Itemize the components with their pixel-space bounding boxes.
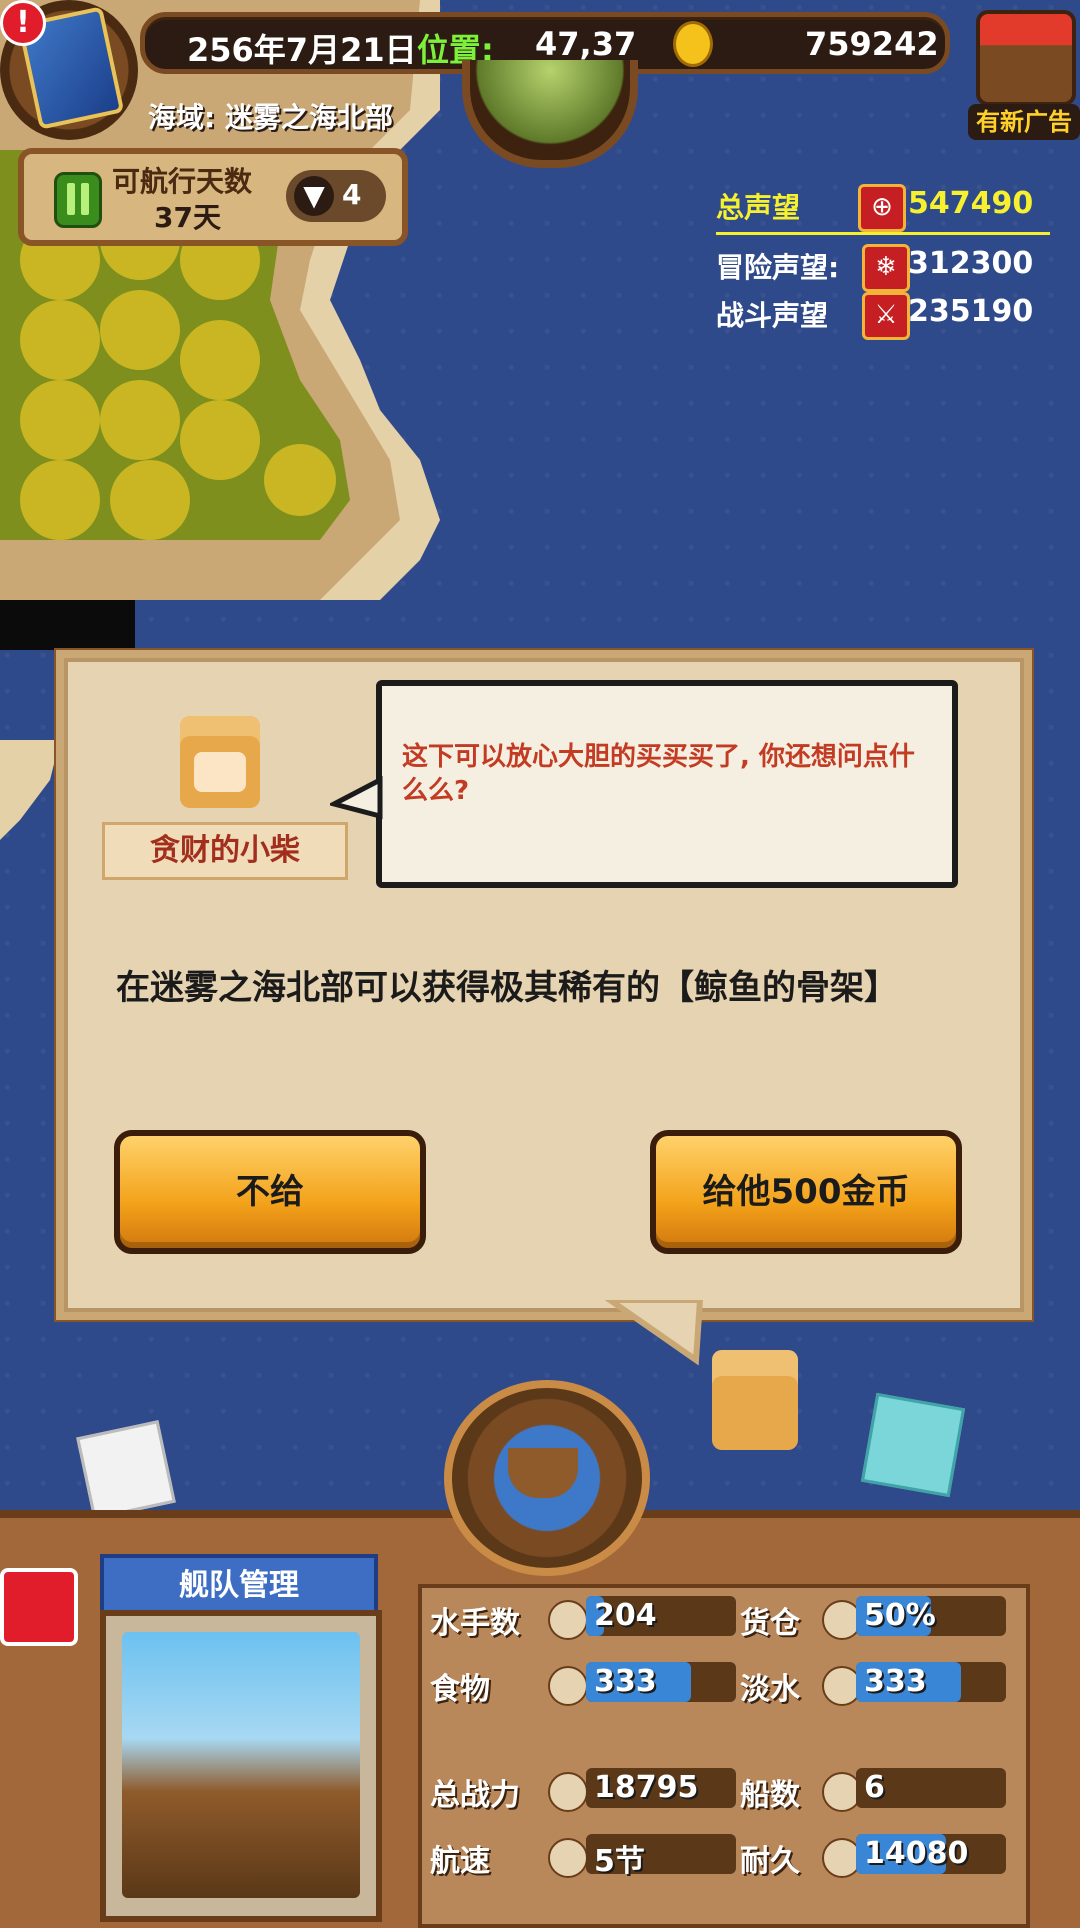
adventure-reputation-label: 冒险声望: bbox=[716, 251, 840, 284]
ad-badge: 有新广告 bbox=[968, 104, 1080, 140]
dialog-message: 在迷雾之海北部可以获得极其稀有的【鲸鱼的骨架】 bbox=[116, 968, 898, 1008]
total-reputation-label: 总声望 bbox=[716, 191, 801, 224]
coin-icon bbox=[673, 21, 713, 67]
battle-reputation-value: 235190 bbox=[908, 294, 1034, 329]
treasure-chest-icon bbox=[976, 10, 1076, 106]
stat-value: 333 bbox=[864, 1664, 927, 1699]
stat-value: 204 bbox=[594, 1598, 657, 1633]
sail-days-panel: 可航行天数 37天 ▼ 4 bbox=[18, 148, 408, 246]
meat-icon bbox=[548, 1666, 588, 1706]
ad-chest-button[interactable]: 有新广告 bbox=[962, 0, 1080, 140]
stat-bar: 5节 bbox=[586, 1834, 736, 1879]
speed-multiplier: 4 bbox=[342, 178, 362, 211]
total-reputation-icon: ⊕ bbox=[858, 184, 906, 232]
flagship-card[interactable] bbox=[100, 1610, 382, 1922]
stat-label: 淡水 bbox=[740, 1672, 800, 1707]
speed-icon bbox=[548, 1838, 588, 1878]
pause-button[interactable] bbox=[54, 172, 102, 228]
stat-label: 水手数 bbox=[430, 1606, 520, 1641]
battle-reputation-icon: ⚔ bbox=[862, 292, 910, 340]
stat-bar: 14080 bbox=[856, 1834, 1006, 1874]
white-cube-crew-avatar bbox=[76, 1420, 176, 1520]
stat-value: 14080 bbox=[864, 1836, 969, 1871]
stat-value: 18795 bbox=[594, 1770, 699, 1805]
game-date: 256年7月21日 bbox=[187, 31, 417, 69]
stat-bar: 6 bbox=[856, 1768, 1006, 1808]
stat-bar: 333 bbox=[856, 1662, 1006, 1702]
cyan-cat-crew-avatar bbox=[860, 1392, 966, 1498]
total-reputation-value: 547490 bbox=[908, 186, 1034, 221]
flagship-image bbox=[122, 1632, 360, 1898]
ship-icon bbox=[508, 1448, 578, 1498]
skull-icon bbox=[548, 1772, 588, 1812]
sail-days-value: 37天 bbox=[154, 201, 221, 234]
sailor-icon bbox=[548, 1600, 588, 1640]
stat-label: 货仓 bbox=[740, 1606, 800, 1641]
stat-bar: 333 bbox=[586, 1662, 736, 1702]
npc-name: 贪财的小柴 bbox=[102, 822, 348, 880]
alert-icon: ! bbox=[0, 0, 46, 46]
stat-label: 船数 bbox=[740, 1778, 800, 1813]
stat-label: 航速 bbox=[430, 1844, 490, 1879]
stat-label: 耐久 bbox=[740, 1844, 800, 1879]
region-label: 海域: 迷雾之海北部 bbox=[148, 101, 393, 134]
speech-bubble-tail bbox=[330, 775, 383, 820]
fleet-management-title[interactable]: 舰队管理 bbox=[100, 1554, 378, 1618]
stat-value: 333 bbox=[594, 1664, 657, 1699]
chevron-down-icon: ▼ bbox=[294, 176, 334, 216]
stat-bar: 50% bbox=[856, 1596, 1006, 1636]
adventure-reputation-value: 312300 bbox=[908, 246, 1034, 281]
give-gold-button[interactable]: 给他500金币 bbox=[650, 1130, 962, 1254]
npc-speech: 这下可以放心大胆的买买买了, 你还想问点什么么? bbox=[402, 742, 915, 806]
stat-value: 5节 bbox=[594, 1844, 645, 1879]
sail-days-label: 可航行天数 bbox=[112, 165, 253, 198]
refuse-button[interactable]: 不给 bbox=[114, 1130, 426, 1254]
adventure-reputation-icon: ❄ bbox=[862, 244, 910, 292]
stat-value: 6 bbox=[864, 1770, 885, 1805]
stat-bar: 18795 bbox=[586, 1768, 736, 1808]
stat-bar: 204 bbox=[586, 1596, 736, 1636]
position-value: 47,37 bbox=[535, 25, 637, 63]
shiba-npc-avatar bbox=[180, 716, 260, 808]
stat-label: 总战力 bbox=[430, 1778, 520, 1813]
dialog-tail bbox=[604, 1300, 704, 1366]
ship-helm-button[interactable] bbox=[444, 1380, 650, 1576]
stat-label: 食物 bbox=[430, 1672, 490, 1707]
crew-alert-icon[interactable] bbox=[0, 1568, 78, 1646]
battle-reputation-label: 战斗声望 bbox=[716, 299, 829, 332]
shiba-crew-avatar bbox=[712, 1350, 798, 1450]
stat-value: 50% bbox=[864, 1598, 936, 1633]
gold-amount: 759242 bbox=[805, 25, 939, 63]
speed-toggle-button[interactable]: ▼ 4 bbox=[286, 170, 386, 222]
reputation-divider bbox=[716, 232, 1050, 235]
